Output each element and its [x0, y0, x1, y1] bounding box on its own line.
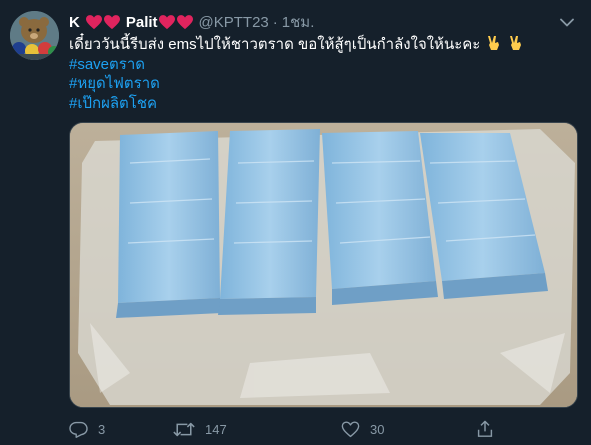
share-icon — [477, 420, 493, 437]
avatar[interactable] — [10, 11, 59, 60]
share-button[interactable] — [477, 420, 503, 438]
tweet-body: เดี๋ยววันนี้รีบส่ง emsไปให้ชาวตราด ขอให้… — [69, 34, 577, 55]
like-count: 30 — [370, 421, 385, 437]
reply-icon — [69, 421, 88, 438]
tweet-text: เดี๋ยววันนี้รีบส่ง emsไปให้ชาวตราด ขอให้… — [69, 34, 577, 113]
heart-icon — [158, 14, 175, 29]
separator: · — [272, 13, 278, 31]
display-name-first: K — [69, 13, 80, 31]
display-name[interactable]: K Palit — [69, 14, 194, 31]
heart-icon — [176, 14, 193, 29]
victory-hand-emoji — [509, 36, 521, 50]
retweet-icon — [173, 422, 195, 436]
tweet-header: K Palit @KPTT23 · 1ชม. — [69, 12, 577, 32]
tweet-body-text: เดี๋ยววันนี้รีบส่ง emsไปให้ชาวตราด ขอให้… — [69, 36, 481, 53]
hashtag-link[interactable]: #หยุดไฟตราด — [69, 74, 577, 94]
more-options-button[interactable] — [557, 12, 577, 32]
face-masks-photo — [70, 123, 577, 407]
retweet-count: 147 — [205, 421, 227, 437]
handle[interactable]: @KPTT23 — [199, 14, 269, 31]
heart-icon — [85, 14, 102, 29]
reply-count: 3 — [98, 421, 106, 437]
hashtag-link[interactable]: #saveตราด — [69, 55, 577, 75]
timestamp[interactable]: 1ชม. — [282, 10, 315, 34]
tweet-actions: 3 147 30 — [69, 418, 499, 440]
hashtag-link[interactable]: #เป๊กผลิตโชค — [69, 94, 577, 114]
heart-icon — [103, 14, 120, 29]
like-icon — [341, 420, 360, 437]
tweet-photo[interactable] — [69, 122, 578, 408]
avatar-image — [10, 11, 59, 60]
chevron-down-icon — [560, 18, 574, 26]
like-button[interactable]: 30 — [341, 420, 385, 438]
retweet-button[interactable]: 147 — [173, 421, 227, 438]
victory-hand-emoji — [487, 36, 499, 50]
display-name-second: Palit — [125, 13, 158, 31]
reply-button[interactable]: 3 — [69, 421, 105, 438]
